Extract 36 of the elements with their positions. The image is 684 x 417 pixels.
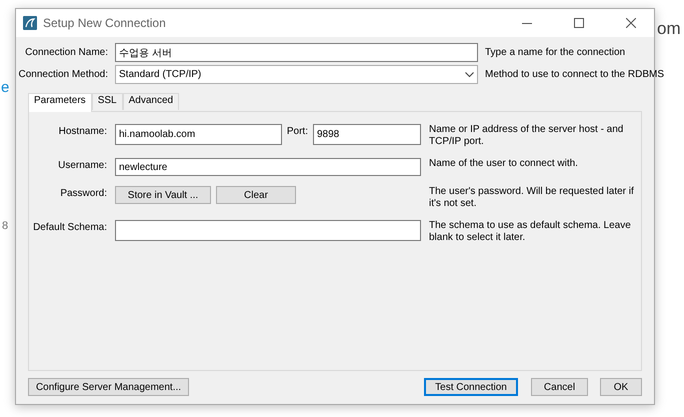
tab[interactable]: SSL [92, 93, 123, 110]
background-text: 8 [2, 220, 8, 232]
ok-button[interactable]: OK [600, 378, 642, 396]
help-text: Method to use to connect to the RDBMS [485, 69, 664, 80]
field-label: Port: [286, 125, 308, 137]
hostname-field[interactable]: hi.namoolab.com [115, 124, 282, 145]
help-text: The user's password. Will be requested later if it's not set. [429, 186, 635, 210]
help-text: Type a name for the connection [485, 47, 626, 58]
field-label: Hostname: [58, 125, 107, 139]
tab[interactable]: Parameters [28, 93, 92, 112]
help-text: Name or IP address of the server host - and TCP/IP port. [429, 124, 624, 148]
field-label: Default Schema: [32, 221, 107, 235]
field-label: Username: [57, 159, 107, 173]
background-text: e [1, 79, 10, 96]
help-text: Name of the user to connect with. [429, 158, 579, 171]
port-field[interactable]: 9898 [313, 124, 421, 145]
field-label: Password: [59, 187, 107, 201]
configure-server-button[interactable]: Configure Server Management... [28, 378, 189, 396]
store-in-vault-button[interactable]: Store in Vault ... [115, 186, 211, 204]
clear-button[interactable]: Clear [216, 186, 296, 204]
default-schema-field[interactable] [115, 220, 421, 241]
background-text: om [657, 19, 681, 39]
connection-method-dropdown[interactable]: Standard (TCP/IP) [115, 65, 478, 84]
chevron-down-icon [465, 72, 474, 78]
maximize-icon[interactable] [574, 18, 584, 28]
app-icon [23, 16, 37, 30]
window-title: Setup New Connection [43, 16, 167, 30]
connection-name-field[interactable]: 수업용 서버 [115, 43, 478, 62]
field-label: Connection Method: [18, 68, 108, 82]
cancel-button[interactable]: Cancel [531, 378, 588, 396]
username-field[interactable]: newlecture [115, 158, 421, 176]
close-icon[interactable] [626, 18, 636, 28]
test-connection-button[interactable]: Test Connection [424, 378, 518, 396]
field-label: Connection Name: [24, 46, 108, 60]
tab[interactable]: Advanced [122, 93, 180, 110]
help-text: The schema to use as default schema. Leave blank to select it later. [429, 220, 632, 244]
